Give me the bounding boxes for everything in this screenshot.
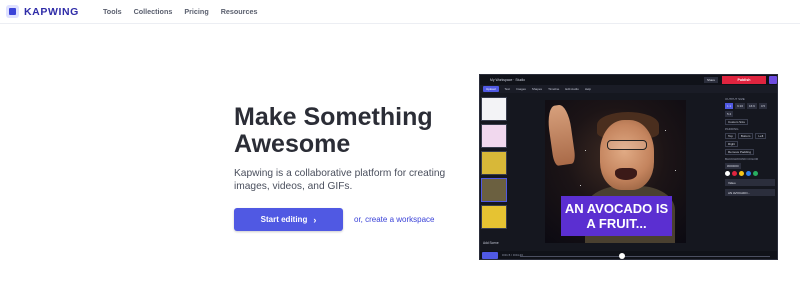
scene-thumbnail[interactable] bbox=[481, 151, 507, 175]
layer-caption[interactable]: AN AVOCADO... bbox=[725, 189, 775, 196]
ratio-option[interactable]: 4:5 bbox=[758, 103, 768, 109]
padding-label: PADDING bbox=[725, 127, 739, 131]
tool-shapes[interactable]: Shapes bbox=[532, 87, 542, 91]
nav-link-resources[interactable]: Resources bbox=[221, 7, 258, 16]
share-button[interactable]: Share bbox=[704, 77, 718, 83]
workspace-title[interactable]: My Workspace · Studio bbox=[490, 78, 525, 82]
swatch-white[interactable] bbox=[725, 171, 730, 176]
star-decoration bbox=[585, 150, 587, 152]
brand-name: KAPWING bbox=[24, 5, 79, 18]
play-button[interactable] bbox=[482, 252, 498, 259]
publish-button[interactable]: Publish bbox=[722, 76, 766, 84]
hero-description: Kapwing is a collaborative platform for … bbox=[234, 168, 446, 192]
swatch-yellow[interactable] bbox=[739, 171, 744, 176]
add-scene-button[interactable]: Add Scene bbox=[483, 241, 499, 245]
star-decoration bbox=[580, 185, 582, 187]
swatch-green[interactable] bbox=[753, 171, 758, 176]
avatar[interactable] bbox=[769, 76, 777, 84]
ratio-option[interactable]: 5:4 bbox=[725, 111, 734, 117]
remove-padding-button[interactable]: Remove Padding bbox=[725, 149, 755, 155]
ratio-option[interactable]: 9:16 bbox=[735, 103, 746, 109]
start-editing-button[interactable]: Start editing › bbox=[234, 208, 343, 231]
meme-hand bbox=[545, 103, 577, 167]
color-hex-row: #000000 bbox=[725, 163, 777, 169]
tool-edit-audio[interactable]: Edit Audio bbox=[565, 87, 579, 91]
ratio-option[interactable]: 16:9 bbox=[747, 103, 757, 109]
star-decoration bbox=[665, 130, 667, 132]
meme-glasses bbox=[607, 140, 647, 150]
editor-canvas[interactable]: AN AVOCADO IS A FRUIT... bbox=[545, 100, 686, 243]
output-size-label: OUTPUT SIZE bbox=[725, 97, 745, 101]
ratio-option[interactable]: 1:1 bbox=[725, 103, 734, 109]
nav-link-collections[interactable]: Collections bbox=[134, 7, 173, 16]
timeline-bar: 0:01.5 / 0:04.23 bbox=[480, 251, 777, 259]
color-swatches bbox=[725, 171, 777, 176]
create-workspace-link[interactable]: or, create a workspace bbox=[354, 215, 434, 224]
chevron-right-icon: › bbox=[313, 214, 317, 225]
remove-padding-row: Remove Padding bbox=[725, 149, 777, 155]
start-editing-label: Start editing bbox=[260, 215, 308, 224]
meme-mouth bbox=[615, 168, 637, 180]
nav-links: Tools Collections Pricing Resources bbox=[103, 7, 258, 16]
tool-timeline[interactable]: Timeline bbox=[548, 87, 559, 91]
custom-size-button[interactable]: Custom Size bbox=[725, 119, 749, 125]
swatch-blue[interactable] bbox=[746, 171, 751, 176]
custom-size-row: Custom Size bbox=[725, 119, 777, 125]
scene-thumbnail[interactable] bbox=[481, 97, 507, 121]
scene-thumbnail-selected[interactable] bbox=[481, 178, 507, 202]
editor-toolbar: Upload Text Images Shapes Timeline Edit … bbox=[480, 85, 777, 93]
hero-title: Make Something Awesome bbox=[234, 103, 433, 158]
tool-text[interactable]: Text bbox=[505, 87, 511, 91]
nav-link-pricing[interactable]: Pricing bbox=[184, 7, 208, 16]
scene-list bbox=[481, 97, 508, 253]
timeline-track[interactable] bbox=[520, 256, 770, 257]
tool-help[interactable]: Help bbox=[585, 87, 591, 91]
padding-top-button[interactable]: Top bbox=[725, 133, 736, 139]
editor-preview: My Workspace · Studio Share Publish Uplo… bbox=[479, 74, 778, 260]
padding-right-button[interactable]: Right bbox=[725, 141, 739, 147]
padding-left-button[interactable]: Left bbox=[755, 133, 767, 139]
background-label: BACKGROUND COLOR bbox=[725, 157, 759, 161]
hero-actions: Start editing › or, create a workspace bbox=[234, 208, 434, 231]
layer-video[interactable]: Video bbox=[725, 179, 775, 186]
brand-logo[interactable]: KAPWING bbox=[6, 5, 79, 18]
color-hex-input[interactable]: #000000 bbox=[725, 163, 741, 169]
timeline-scrubber[interactable] bbox=[619, 253, 625, 259]
scene-thumbnail[interactable] bbox=[481, 205, 507, 229]
tool-images[interactable]: Images bbox=[516, 87, 526, 91]
hero-section: Make Something Awesome Kapwing is a coll… bbox=[234, 104, 474, 193]
padding-options: Top Bottom Left Right bbox=[725, 133, 777, 147]
meme-caption[interactable]: AN AVOCADO IS A FRUIT... bbox=[561, 196, 672, 236]
properties-panel: OUTPUT SIZE 1:1 9:16 16:9 4:5 5:4 Custom… bbox=[725, 95, 777, 253]
top-nav: KAPWING Tools Collections Pricing Resour… bbox=[0, 0, 800, 24]
star-decoration bbox=[675, 170, 677, 172]
ratio-options: 1:1 9:16 16:9 4:5 5:4 bbox=[725, 103, 777, 117]
scene-thumbnail[interactable] bbox=[481, 124, 507, 148]
tool-upload[interactable]: Upload bbox=[483, 86, 499, 92]
nav-link-tools[interactable]: Tools bbox=[103, 7, 122, 16]
swatch-red[interactable] bbox=[732, 171, 737, 176]
padding-bottom-button[interactable]: Bottom bbox=[737, 133, 754, 139]
kapwing-logo-icon bbox=[6, 5, 19, 18]
